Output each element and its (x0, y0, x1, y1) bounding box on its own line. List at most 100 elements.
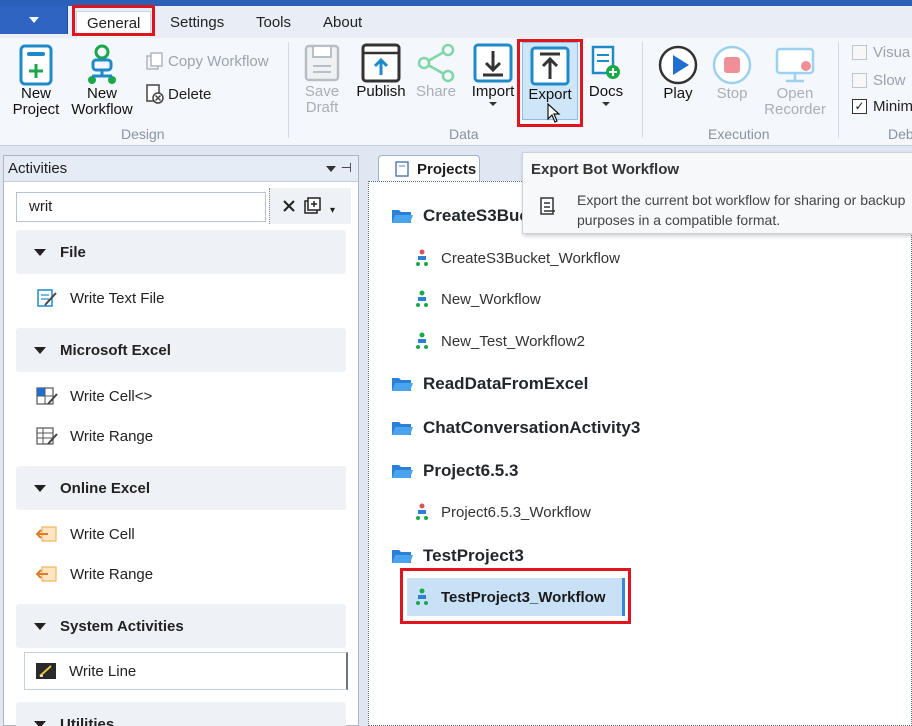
category-file[interactable]: File (16, 230, 346, 274)
tab-tools[interactable]: Tools (246, 11, 301, 37)
new-project-icon (19, 44, 53, 86)
copy-workflow-button[interactable]: Copy Workflow (146, 52, 269, 70)
slow-checkbox-row[interactable]: Slow (852, 72, 906, 89)
projects-tree: CreateS3Buck CreateS3Bucket_Workflow New… (368, 181, 912, 726)
new-workflow-label-2: Workflow (71, 101, 133, 118)
play-button[interactable]: Play (654, 44, 702, 102)
project-testproject3[interactable]: TestProject3 (391, 546, 524, 566)
minimize-checkbox-label: Minim (873, 98, 912, 115)
workflow-new-test-workflow2[interactable]: New_Test_Workflow2 (415, 332, 585, 350)
activity-label: Write Range (70, 427, 154, 445)
open-recorder-label-2: Recorder (764, 101, 826, 118)
stop-label: Stop (716, 85, 748, 102)
activity-write-range-excel[interactable]: Write Range (36, 426, 153, 446)
write-text-file-icon (37, 289, 57, 307)
workflow-project6-5-3-workflow[interactable]: Project6.5.3_Workflow (415, 503, 591, 521)
workflow-name: New_Test_Workflow2 (441, 332, 585, 350)
minimize-checkbox-row[interactable]: ✓ Minim (852, 98, 912, 115)
activities-header: Activities ⊣ (4, 156, 358, 182)
activity-write-text-file[interactable]: Write Text File (36, 288, 164, 308)
save-draft-label-2: Draft (305, 99, 339, 116)
share-button[interactable]: Share (412, 42, 460, 100)
visual-checkbox-row[interactable]: Visua (852, 44, 910, 61)
activity-write-cell-online[interactable]: Write Cell (36, 524, 135, 544)
tooltip-description: Export the current bot workflow for shar… (577, 192, 906, 228)
stop-icon (712, 45, 752, 85)
activity-write-cell-excel[interactable]: Write Cell<> (36, 386, 152, 406)
pin-icon[interactable]: ⊣ (341, 160, 352, 176)
workflow-creates3bucket-workflow[interactable]: CreateS3Bucket_Workflow (415, 249, 620, 267)
import-button[interactable]: Import (466, 42, 520, 106)
minimize-checkbox[interactable]: ✓ (852, 99, 867, 114)
workflow-icon (416, 503, 428, 520)
chevron-down-icon[interactable]: ▾ (330, 205, 335, 216)
chevron-down-icon (489, 102, 497, 106)
export-icon (530, 46, 570, 86)
recorder-icon (775, 47, 815, 83)
import-label: Import (471, 83, 515, 100)
workflow-icon (416, 588, 428, 605)
workflow-testproject3-workflow[interactable]: TestProject3_Workflow (407, 578, 625, 616)
clear-search-icon[interactable] (282, 199, 296, 213)
activity-write-range-online[interactable]: Write Range (36, 564, 153, 584)
design-group-label: Design (121, 126, 165, 142)
project-readdatafromexcel[interactable]: ReadDataFromExcel (391, 374, 588, 394)
online-write-cell-icon (36, 526, 57, 542)
copy-workflow-label: Copy Workflow (168, 52, 269, 70)
save-draft-button[interactable]: Save Draft (298, 42, 346, 116)
activity-write-line[interactable]: Write Line (24, 652, 348, 690)
tab-settings[interactable]: Settings (160, 11, 234, 37)
play-icon (658, 45, 698, 85)
divider (288, 42, 289, 138)
workflow-new-workflow[interactable]: New_Workflow (415, 290, 541, 308)
export-button[interactable]: Export (522, 42, 578, 123)
tab-general[interactable]: General (76, 11, 152, 37)
project-project6-5-3[interactable]: Project6.5.3 (391, 461, 518, 481)
tab-projects[interactable]: Projects (378, 155, 480, 182)
project-name: CreateS3Buck (423, 206, 539, 225)
workflow-icon (416, 332, 428, 349)
visual-checkbox[interactable] (852, 45, 867, 60)
divider (642, 42, 643, 138)
project-chatconversationactivity3[interactable]: ChatConversationActivity3 (391, 418, 640, 438)
chevron-down-icon[interactable] (326, 166, 336, 172)
online-write-range-icon (36, 566, 57, 582)
activity-label: Write Text File (70, 289, 165, 307)
project-creates3bucket[interactable]: CreateS3Buck (391, 206, 538, 226)
new-project-label-2: Project (12, 101, 60, 118)
category-microsoft-excel[interactable]: Microsoft Excel (16, 328, 346, 372)
delete-button[interactable]: Delete (146, 84, 211, 104)
collapse-triangle-icon (34, 248, 46, 256)
excel-write-range-icon (36, 427, 58, 445)
application-menu-button[interactable] (0, 6, 68, 34)
share-label: Share (415, 83, 457, 100)
slow-checkbox[interactable] (852, 73, 867, 88)
activity-search-input[interactable]: writ (16, 192, 266, 222)
category-utilities[interactable]: Utilities (16, 702, 346, 726)
new-project-button[interactable]: New Project (8, 44, 64, 118)
tab-about[interactable]: About (313, 11, 372, 37)
export-tooltip: Export Bot Workflow Export the current b… (522, 152, 912, 234)
projects-tab-label: Projects (417, 160, 477, 178)
open-recorder-button[interactable]: Open Recorder (760, 44, 830, 118)
search-tools: ▾ (269, 188, 351, 224)
category-system-activities[interactable]: System Activities (16, 604, 346, 648)
category-online-excel[interactable]: Online Excel (16, 466, 346, 510)
activity-label: Write Cell (70, 525, 135, 543)
workflow-name: CreateS3Bucket_Workflow (441, 249, 620, 267)
category-label: Utilities (60, 715, 115, 726)
execution-group-label: Execution (708, 126, 770, 142)
new-workflow-button[interactable]: New Workflow (66, 44, 138, 118)
open-recorder-label-1: Open (776, 85, 814, 102)
publish-icon (361, 43, 401, 83)
publish-button[interactable]: Publish (352, 42, 410, 100)
data-group-label: Data (449, 126, 479, 142)
stop-button[interactable]: Stop (708, 44, 756, 102)
expand-all-icon[interactable] (304, 197, 322, 215)
save-draft-label-1: Save (304, 83, 340, 100)
docs-button[interactable]: Docs (584, 44, 628, 106)
write-line-icon (36, 663, 56, 679)
publish-label: Publish (356, 83, 406, 100)
activity-label: Write Cell<> (70, 387, 153, 405)
folder-open-icon (392, 422, 413, 435)
